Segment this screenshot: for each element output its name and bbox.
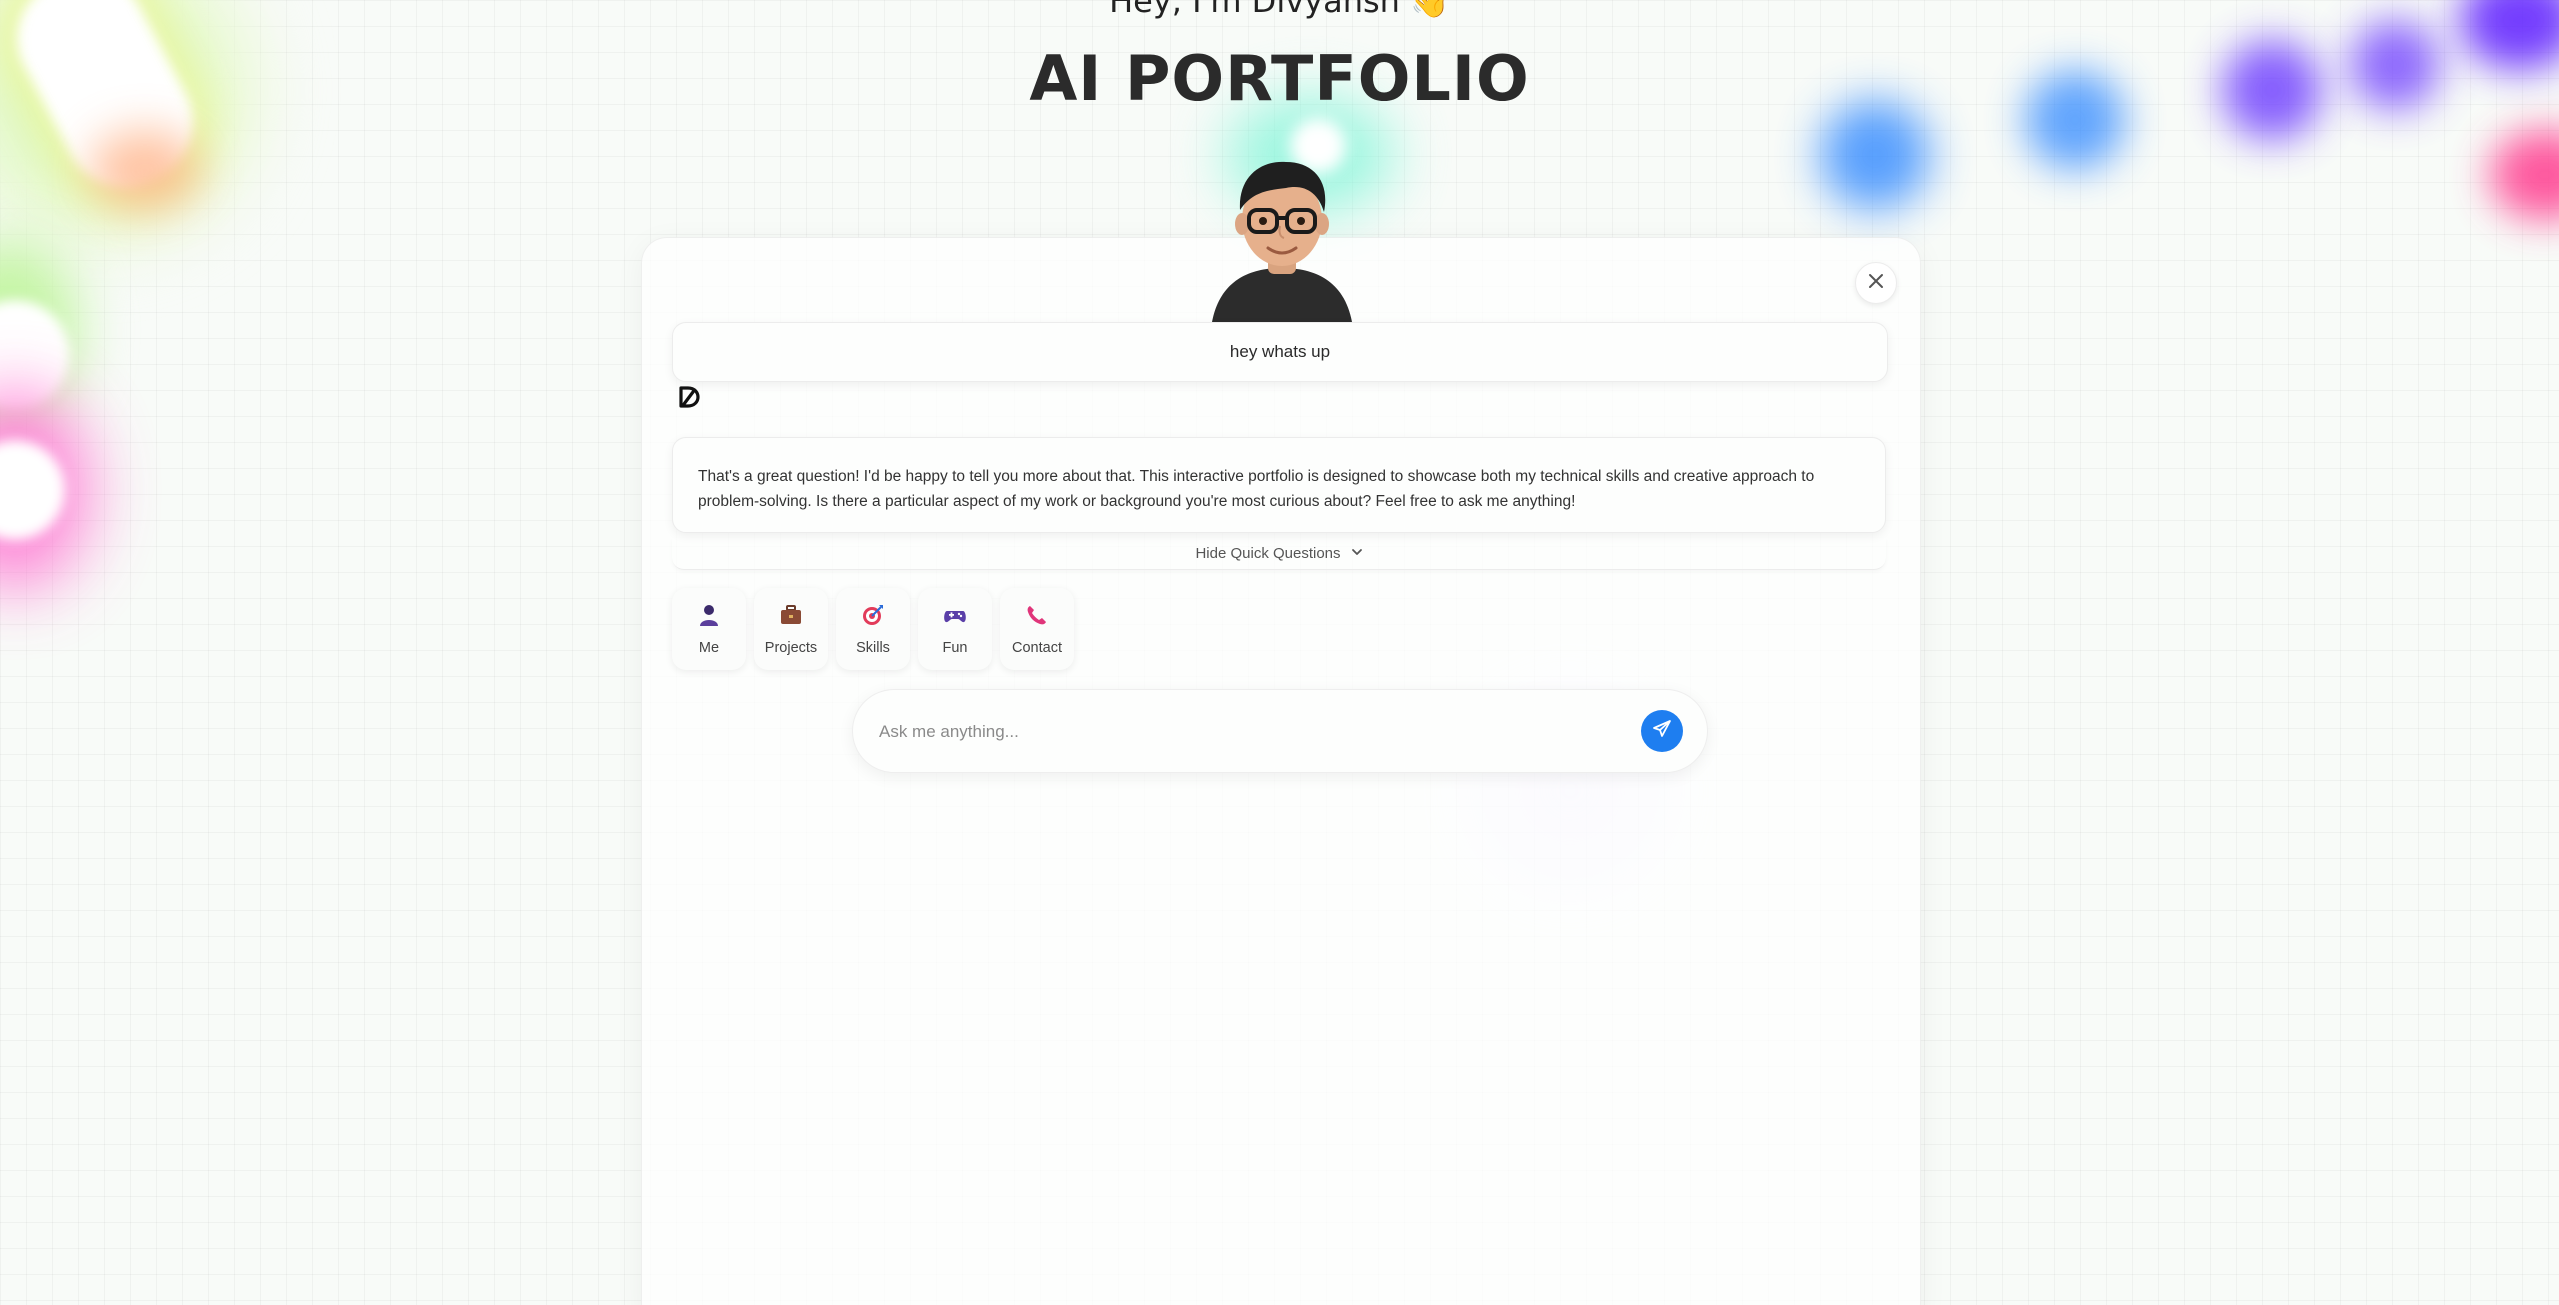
quick-button-projects[interactable]: Projects — [754, 588, 828, 670]
greeting-text: Hey, I'm Divyansh 👋 — [1109, 0, 1450, 20]
quick-button-skills[interactable]: Skills — [836, 588, 910, 670]
target-icon — [861, 603, 885, 632]
quick-button-label: Skills — [856, 639, 890, 656]
chat-input[interactable] — [877, 710, 1581, 754]
avatar — [1202, 152, 1362, 322]
bot-message-text: That's a great question! I'd be happy to… — [698, 468, 1815, 510]
quick-button-label: Me — [698, 639, 720, 656]
quick-button-label: Projects — [764, 639, 818, 656]
briefcase-icon — [779, 603, 803, 632]
quick-button-contact[interactable]: Contact — [1000, 588, 1074, 670]
close-button[interactable] — [1855, 262, 1897, 304]
quick-questions: Me Projects Skills Fun Contact — [672, 588, 1074, 670]
user-message: hey whats up — [672, 322, 1888, 382]
close-icon — [1867, 272, 1885, 295]
gamepad-icon — [943, 603, 967, 632]
toggle-label: Hide Quick Questions — [1195, 545, 1341, 562]
quick-button-label: Contact — [1012, 639, 1062, 656]
hide-quick-questions-toggle[interactable]: Hide Quick Questions — [672, 538, 1886, 570]
quick-button-fun[interactable]: Fun — [918, 588, 992, 670]
bot-message: That's a great question! I'd be happy to… — [672, 437, 1886, 533]
chat-input-container — [852, 689, 1708, 773]
person-icon — [697, 603, 721, 632]
phone-icon — [1025, 603, 1049, 632]
bot-logo-icon — [676, 384, 702, 410]
user-message-text: hey whats up — [1229, 342, 1331, 361]
quick-button-label: Fun — [942, 639, 968, 656]
chevron-down-icon — [1351, 545, 1363, 562]
send-button[interactable] — [1641, 710, 1683, 752]
quick-button-me[interactable]: Me — [672, 588, 746, 670]
send-icon — [1652, 719, 1672, 744]
page-title: AI PORTFOLIO — [1029, 42, 1530, 115]
